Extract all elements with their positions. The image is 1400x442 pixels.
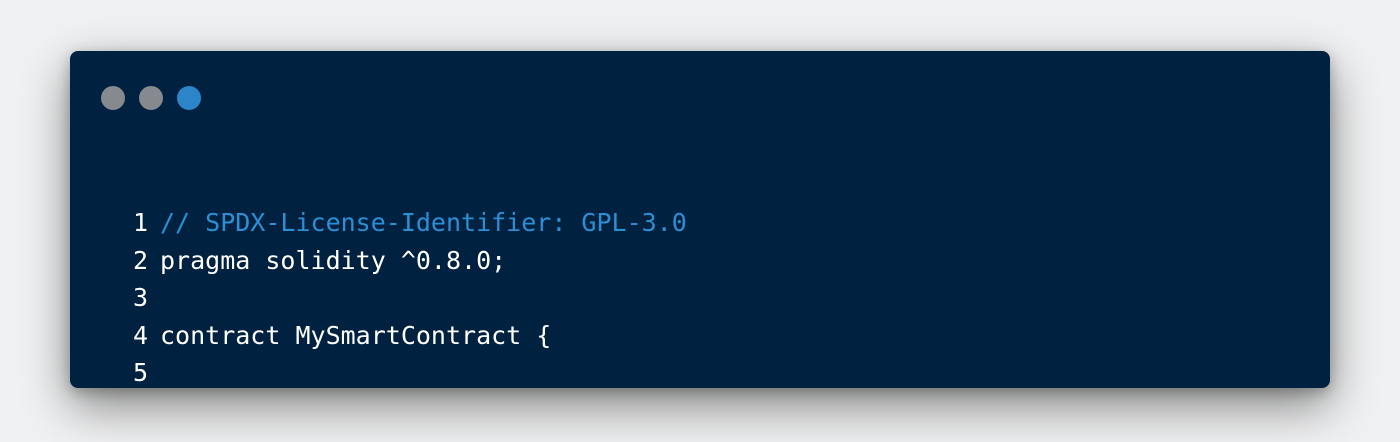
line-number: 4 (132, 320, 148, 350)
code-line: 3 (70, 279, 687, 317)
maximize-dot-icon[interactable] (177, 86, 201, 110)
code-line: 4 contract MySmartContract { (70, 317, 687, 355)
close-dot-icon[interactable] (101, 86, 125, 110)
window-controls (101, 86, 201, 110)
code-window: 1 // SPDX-License-Identifier: GPL-3.0 2 … (70, 51, 1330, 388)
code-line: 2 pragma solidity ^0.8.0; (70, 242, 687, 280)
code-line: 5 (70, 354, 687, 388)
code-text: contract MySmartContract { (160, 320, 552, 350)
line-number: 3 (132, 283, 148, 312)
code-block: 1 // SPDX-License-Identifier: GPL-3.0 2 … (70, 204, 687, 388)
line-number: 5 (132, 358, 148, 387)
code-comment: // SPDX-License-Identifier: GPL-3.0 (160, 208, 687, 237)
code-line: 1 // SPDX-License-Identifier: GPL-3.0 (70, 204, 687, 242)
code-text: pragma solidity ^0.8.0; (160, 245, 507, 275)
minimize-dot-icon[interactable] (139, 86, 163, 110)
line-number: 2 (132, 245, 148, 275)
line-number: 1 (132, 208, 148, 237)
